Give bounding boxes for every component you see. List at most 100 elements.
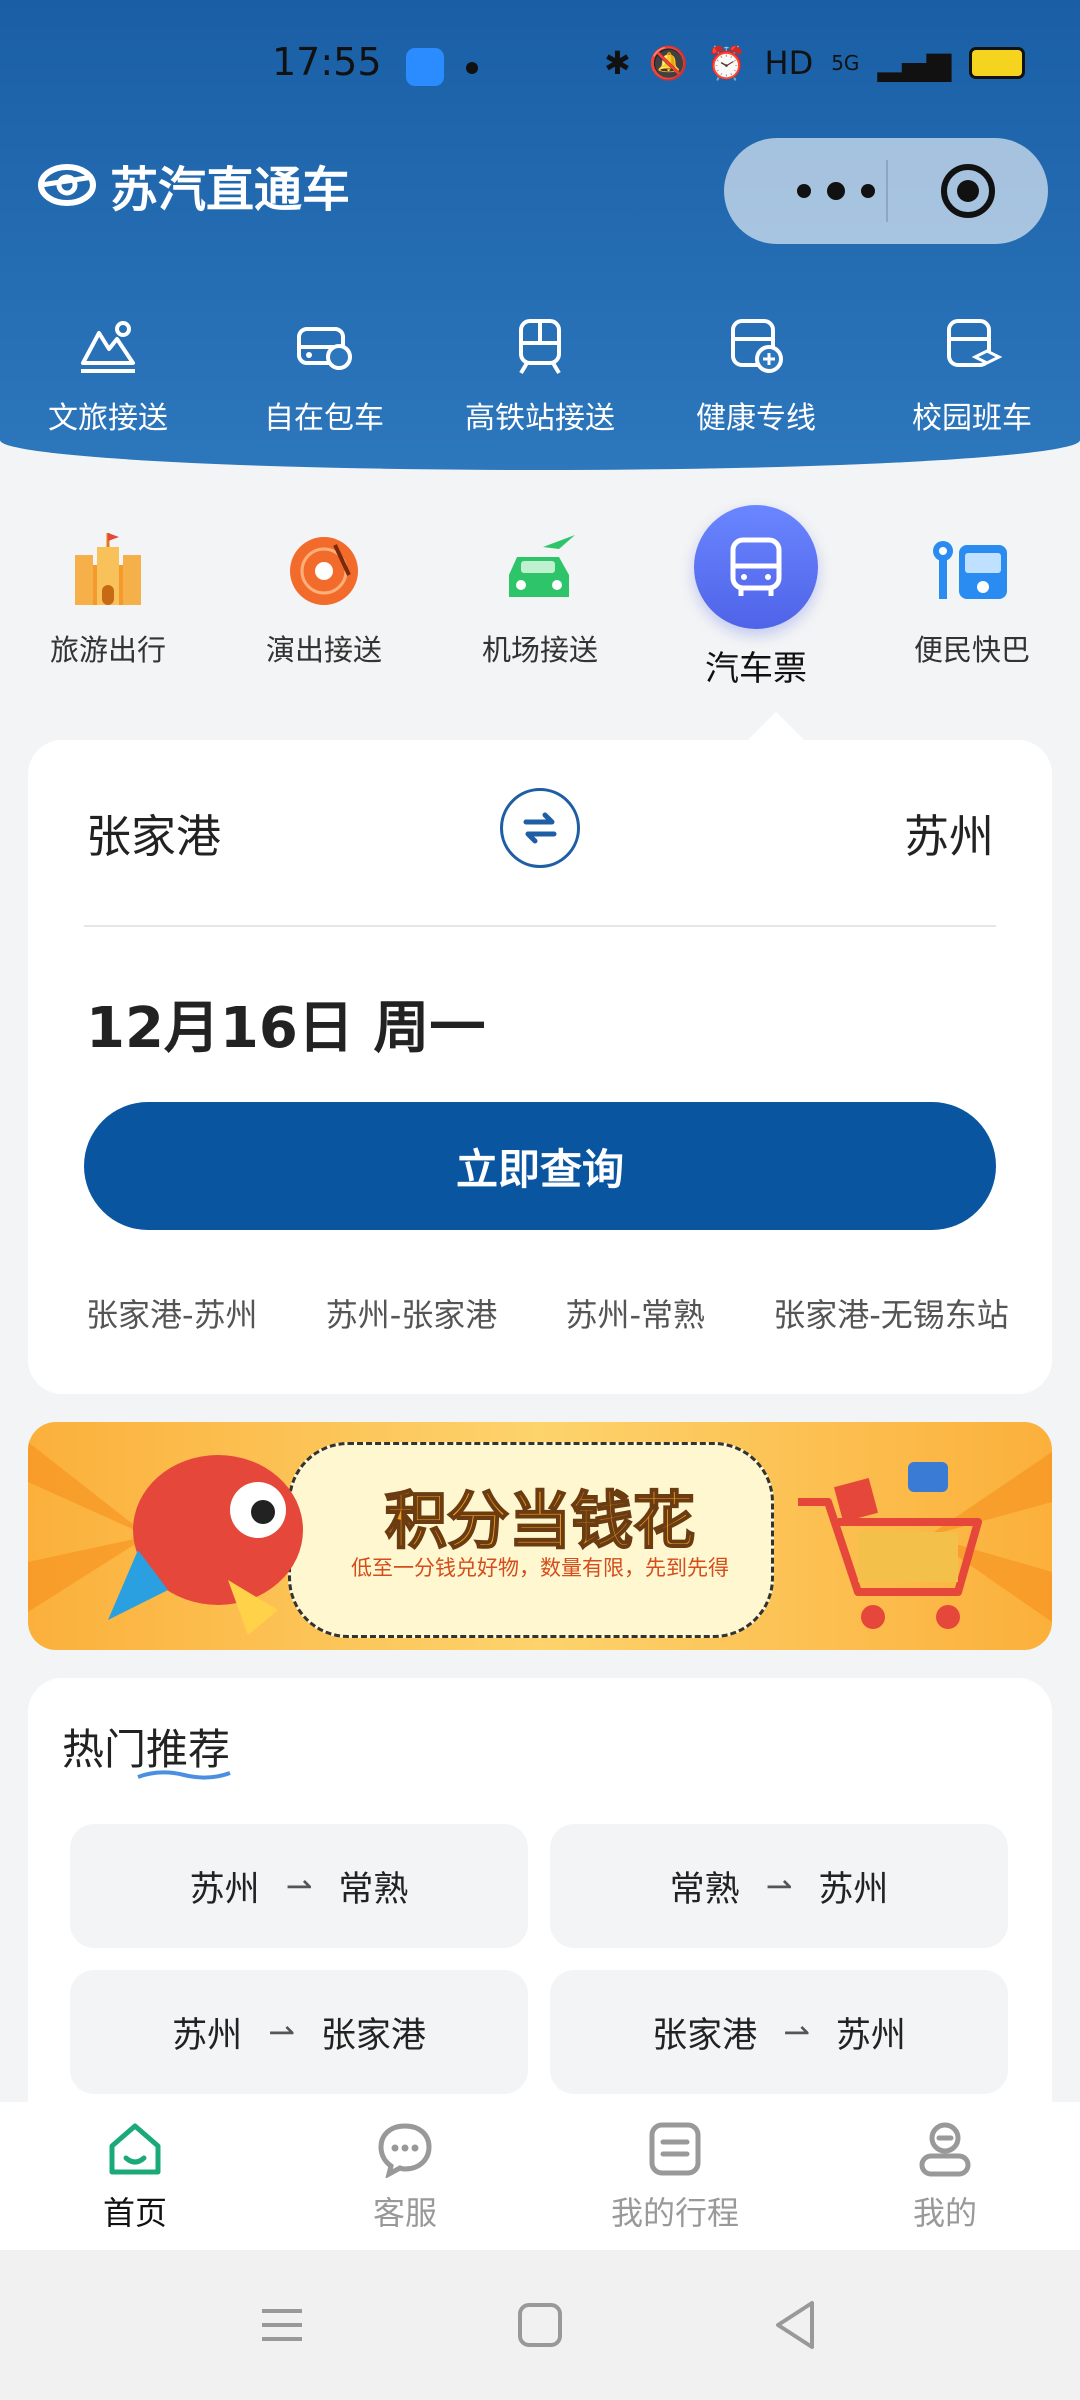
hot-route-card[interactable]: 常熟 ⇀ 苏州 bbox=[550, 1824, 1008, 1948]
swap-icon bbox=[523, 812, 557, 844]
tab-label: 我的 bbox=[912, 2194, 977, 2232]
itinerary-icon bbox=[649, 2122, 701, 2176]
route-arrow-icon: ⇀ bbox=[285, 1867, 313, 1905]
record-icon bbox=[290, 537, 358, 605]
menu-icon[interactable] bbox=[254, 2297, 310, 2353]
hot-route-card[interactable]: 张家港 ⇀ 苏州 bbox=[550, 1970, 1008, 2094]
history-item[interactable]: 苏州-张家港 bbox=[326, 1296, 498, 1334]
route-arrow-icon: ⇀ bbox=[268, 2013, 295, 2051]
nav-label: 自在包车 bbox=[264, 401, 384, 436]
home-button-icon[interactable] bbox=[512, 2297, 568, 2353]
close-miniprogram-icon[interactable] bbox=[939, 162, 997, 220]
route-from: 常熟 bbox=[669, 1869, 740, 1910]
category-item-travel[interactable]: 旅游出行 bbox=[0, 505, 216, 690]
route-arrow-icon: ⇀ bbox=[783, 2013, 810, 2051]
category-label: 演出接送 bbox=[265, 633, 382, 667]
notification-dot-icon bbox=[466, 62, 478, 74]
system-navigation-bar bbox=[0, 2250, 1080, 2400]
swap-cities-button[interactable] bbox=[500, 788, 580, 868]
route-to: 苏州 bbox=[835, 2015, 906, 2056]
home-icon bbox=[109, 2123, 161, 2175]
route-from: 苏州 bbox=[189, 1869, 260, 1910]
tab-home[interactable]: 首页 bbox=[0, 2102, 270, 2250]
mute-icon: 🔕 bbox=[648, 44, 689, 82]
airport-car-icon bbox=[509, 535, 575, 597]
category-item-airport[interactable]: 机场接送 bbox=[432, 505, 648, 690]
category-item-bus-ticket[interactable]: 汽车票 bbox=[648, 505, 864, 690]
hd-label: HD bbox=[764, 44, 814, 82]
route-to: 苏州 bbox=[818, 1869, 889, 1910]
service-nav: 文旅接送 自在包车 高铁站接送 健康专线 校园班车 bbox=[0, 315, 1080, 437]
hot-route-card[interactable]: 苏州 ⇀ 张家港 bbox=[70, 1970, 528, 2094]
status-bar: 17:55 ✱ 🔕 ⏰ HD 5G ▂▄▆ bbox=[0, 0, 1080, 130]
status-indicators: ✱ 🔕 ⏰ HD 5G ▂▄▆ bbox=[604, 44, 1026, 82]
category-item-show[interactable]: 演出接送 bbox=[216, 505, 432, 690]
tab-my-trips[interactable]: 我的行程 bbox=[540, 2102, 810, 2250]
nav-item-health-line[interactable]: 健康专线 bbox=[648, 315, 864, 437]
title-underline-decoration bbox=[137, 1770, 231, 1780]
history-item[interactable]: 张家港-苏州 bbox=[86, 1296, 258, 1334]
nav-label: 校园班车 bbox=[912, 401, 1032, 436]
category-item-shuttle-bus[interactable]: 便民快巴 bbox=[864, 505, 1080, 690]
campus-bus-icon bbox=[947, 319, 1003, 367]
capsule-divider bbox=[886, 160, 888, 222]
bus-icon bbox=[730, 537, 782, 596]
signal-icon: ▂▄▆ bbox=[877, 44, 952, 82]
route-to: 常熟 bbox=[338, 1869, 409, 1910]
health-bus-icon bbox=[731, 319, 783, 373]
hot-route-card[interactable]: 苏州 ⇀ 常熟 bbox=[70, 1824, 528, 1948]
route-from: 张家港 bbox=[652, 2015, 758, 2056]
nav-item-campus-bus[interactable]: 校园班车 bbox=[864, 315, 1080, 437]
battery-icon bbox=[969, 47, 1026, 79]
nav-label: 高铁站接送 bbox=[465, 401, 615, 436]
network-label: 5G bbox=[831, 51, 860, 75]
castle-icon bbox=[75, 533, 141, 605]
arrival-city[interactable]: 苏州 bbox=[904, 800, 994, 865]
alarm-icon: ⏰ bbox=[706, 44, 747, 82]
tab-label: 首页 bbox=[102, 2194, 167, 2232]
app-notification-icon bbox=[406, 48, 444, 86]
promo-banner[interactable]: 积分当钱花 低至一分钱兑好物，数量有限，先到先得 bbox=[28, 1422, 1052, 1650]
route-to: 张家港 bbox=[320, 2015, 426, 2056]
category-nav: 旅游出行 演出接送 机场接送 汽车票 便民快巴 bbox=[0, 505, 1080, 690]
app-header: 苏汽直通车 bbox=[38, 150, 350, 220]
tab-profile[interactable]: 我的 bbox=[810, 2102, 1080, 2250]
nav-item-railway-shuttle[interactable]: 高铁站接送 bbox=[432, 315, 648, 437]
category-label: 旅游出行 bbox=[49, 633, 166, 667]
hot-routes-section: 热门推荐 苏州 ⇀ 常熟 常熟 ⇀ 苏州 苏州 ⇀ 张家港 张家港 ⇀ 苏州 bbox=[28, 1678, 1052, 2108]
history-item[interactable]: 张家港-无锡东站 bbox=[773, 1296, 1009, 1334]
category-label: 汽车票 bbox=[705, 649, 807, 689]
status-time: 17:55 bbox=[272, 40, 382, 84]
bus-stop-icon bbox=[933, 541, 1007, 599]
shopping-cart-icon bbox=[798, 1462, 982, 1629]
train-icon bbox=[519, 319, 561, 375]
app-title: 苏汽直通车 bbox=[110, 162, 351, 218]
chat-icon bbox=[378, 2123, 432, 2178]
tab-label: 我的行程 bbox=[610, 2194, 739, 2232]
active-category-badge bbox=[694, 505, 818, 629]
bluetooth-icon: ✱ bbox=[604, 44, 631, 82]
charter-car-icon bbox=[297, 327, 352, 370]
departure-date[interactable]: 12月16日 周一 bbox=[86, 983, 485, 1064]
profile-icon bbox=[919, 2122, 971, 2177]
miniprogram-capsule bbox=[724, 138, 1048, 244]
category-label: 便民快巴 bbox=[913, 633, 1030, 667]
nav-item-charter[interactable]: 自在包车 bbox=[216, 315, 432, 437]
route-arrow-icon: ⇀ bbox=[765, 1867, 793, 1905]
tab-customer-service[interactable]: 客服 bbox=[270, 2102, 540, 2250]
search-button[interactable]: 立即查询 bbox=[84, 1102, 996, 1230]
mountain-sun-icon bbox=[81, 321, 135, 373]
departure-city[interactable]: 张家港 bbox=[86, 800, 221, 865]
search-history: 张家港-苏州 苏州-张家港 苏州-常熟 张家港-无锡东站 bbox=[86, 1290, 1026, 1340]
nav-item-tourism-shuttle[interactable]: 文旅接送 bbox=[0, 315, 216, 437]
nav-label: 健康专线 bbox=[696, 401, 816, 436]
divider bbox=[84, 925, 996, 927]
history-item[interactable]: 苏州-常熟 bbox=[565, 1296, 705, 1334]
ticket-search-card: 张家港 苏州 12月16日 周一 立即查询 张家港-苏州 苏州-张家港 苏州-常… bbox=[28, 711, 1052, 1394]
back-icon[interactable] bbox=[768, 2297, 824, 2353]
route-from: 苏州 bbox=[172, 2015, 243, 2056]
bottom-tab-bar: 首页 客服 我的行程 我的 bbox=[0, 2102, 1080, 2250]
app-logo-icon bbox=[38, 164, 96, 206]
card-pointer bbox=[747, 711, 805, 769]
category-label: 机场接送 bbox=[481, 633, 598, 667]
